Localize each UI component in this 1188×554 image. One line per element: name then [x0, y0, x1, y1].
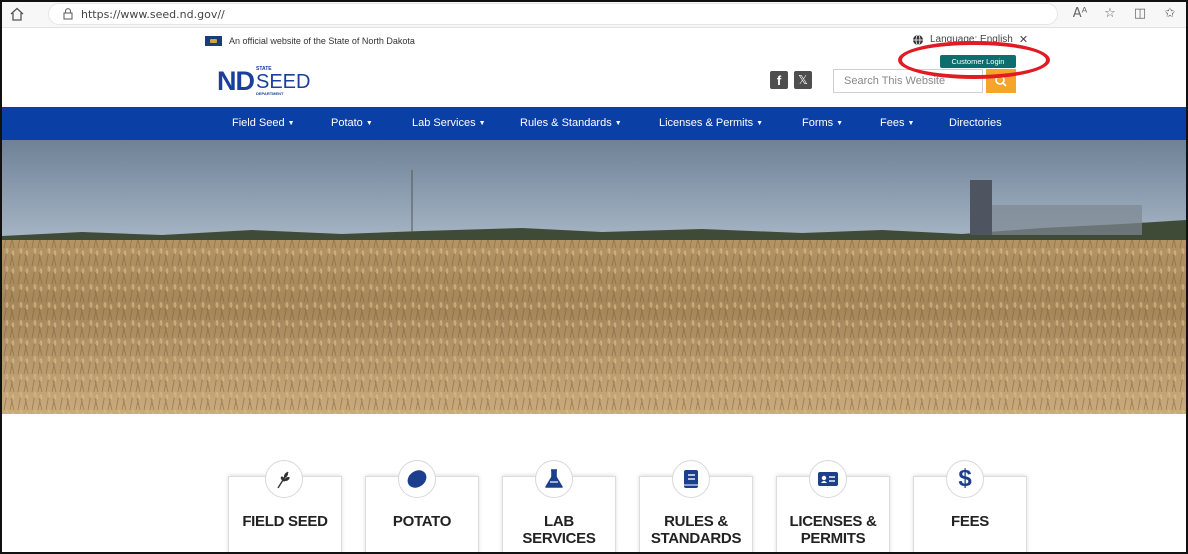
flask-icon	[535, 460, 573, 498]
address-bar[interactable]: https://www.seed.nd.gov//	[48, 3, 1058, 25]
card-title: RULES & STANDARDS	[650, 513, 742, 547]
wheat-icon	[265, 460, 303, 498]
nav-field-seed[interactable]: Field Seed ▼	[232, 107, 295, 140]
card-title: FEES	[951, 513, 989, 530]
site-logo[interactable]: ND STATE SEED DEPARTMENT	[217, 60, 310, 102]
close-icon[interactable]: ✕	[1019, 33, 1028, 46]
search-button[interactable]	[986, 69, 1016, 93]
logo-department-text: DEPARTMENT	[256, 90, 284, 96]
globe-icon	[913, 34, 923, 45]
logo-nd-text: ND	[217, 65, 255, 96]
url-text[interactable]: https://www.seed.nd.gov//	[81, 8, 225, 21]
nav-rules-standards[interactable]: Rules & Standards ▼	[520, 107, 622, 140]
id-card-icon	[809, 460, 847, 498]
nav-licenses-permits[interactable]: Licenses & Permits ▼	[659, 107, 763, 140]
language-label[interactable]: Language: English	[930, 34, 1013, 45]
caret-down-icon: ▼	[907, 120, 915, 127]
x-twitter-icon[interactable]: 𝕏	[794, 71, 812, 89]
card-title: LICENSES & PERMITS	[789, 513, 877, 547]
split-screen-icon[interactable]: ◫	[1130, 4, 1150, 24]
nav-directories[interactable]: Directories	[949, 107, 1002, 140]
favorite-star-icon[interactable]: ☆	[1100, 4, 1120, 24]
potato-icon	[398, 460, 436, 498]
logo-seed-text: SEED	[256, 70, 311, 93]
nd-flag-icon	[205, 36, 222, 46]
official-banner: An official website of the State of Nort…	[205, 34, 415, 48]
caret-down-icon: ▼	[756, 120, 764, 127]
nav-lab-services[interactable]: Lab Services ▼	[412, 107, 486, 140]
hero-wheat-field-image	[2, 140, 1186, 414]
card-title: FIELD SEED	[242, 513, 328, 530]
official-banner-text: An official website of the State of Nort…	[229, 36, 415, 46]
nav-potato[interactable]: Potato ▼	[331, 107, 373, 140]
customer-login-button[interactable]: Customer Login	[940, 55, 1016, 68]
dollar-icon: $	[946, 460, 984, 498]
search-icon	[995, 75, 1007, 87]
nav-forms[interactable]: Forms ▼	[802, 107, 843, 140]
caret-down-icon: ▼	[614, 120, 622, 127]
card-title: POTATO	[392, 513, 452, 530]
browser-toolbar: https://www.seed.nd.gov// Aᴬ ☆ ◫ ✩	[0, 0, 1188, 28]
home-icon[interactable]	[8, 5, 26, 23]
language-selector[interactable]: Language: English ✕	[912, 33, 1028, 46]
caret-down-icon: ▼	[287, 120, 295, 127]
caret-down-icon: ▼	[365, 120, 373, 127]
card-title: LAB SERVICES	[522, 513, 596, 547]
read-aloud-icon[interactable]: Aᴬ	[1070, 4, 1090, 24]
book-icon	[672, 460, 710, 498]
caret-down-icon: ▼	[836, 120, 844, 127]
facebook-icon[interactable]: f	[770, 71, 788, 89]
nav-fees[interactable]: Fees ▼	[880, 107, 914, 140]
favorites-icon[interactable]: ✩	[1160, 4, 1180, 24]
caret-down-icon: ▼	[478, 120, 486, 127]
search-input[interactable]: Search This Website	[833, 69, 983, 93]
main-navigation: Field Seed ▼ Potato ▼ Lab Services ▼ Rules …	[2, 107, 1186, 140]
lock-icon[interactable]	[61, 7, 75, 21]
